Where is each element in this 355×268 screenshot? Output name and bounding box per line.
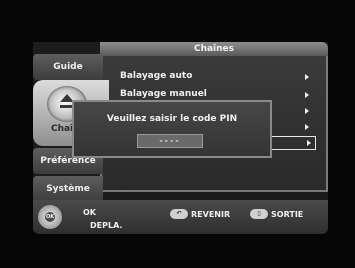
exit-icon: ▯ [250, 209, 268, 219]
selected-menu-item[interactable] [268, 136, 316, 150]
tab-systeme[interactable]: Système [33, 176, 103, 202]
menu-item-balayage-manuel[interactable]: Balayage manuel [120, 87, 207, 101]
pin-prompt: Veuillez saisir le code PIN [106, 114, 238, 124]
panel-title: Chaînes [100, 42, 328, 56]
pin-dialog: Veuillez saisir le code PIN ---- [72, 100, 272, 158]
chevron-right-icon [305, 74, 309, 80]
menu-item-balayage-auto[interactable]: Balayage auto [120, 69, 192, 83]
chevron-right-icon [305, 108, 309, 114]
dpad-icon: OK [38, 205, 62, 229]
chevron-right-icon [305, 124, 309, 130]
chevron-right-icon [307, 140, 311, 146]
back-hint: REVENIR [191, 210, 231, 219]
ok-hint: OK [83, 208, 96, 217]
tv-screen: Chaînes Guide Chaînes Préférence Système… [0, 0, 355, 268]
chevron-right-icon [305, 92, 309, 98]
back-icon: ↶ [170, 209, 188, 219]
exit-hint: SORTIE [271, 210, 304, 219]
pin-input[interactable]: ---- [137, 134, 203, 148]
dpad-ok-label: OK [45, 212, 55, 222]
move-hint: DEPLA. [90, 221, 123, 230]
tab-guide[interactable]: Guide [33, 54, 103, 80]
